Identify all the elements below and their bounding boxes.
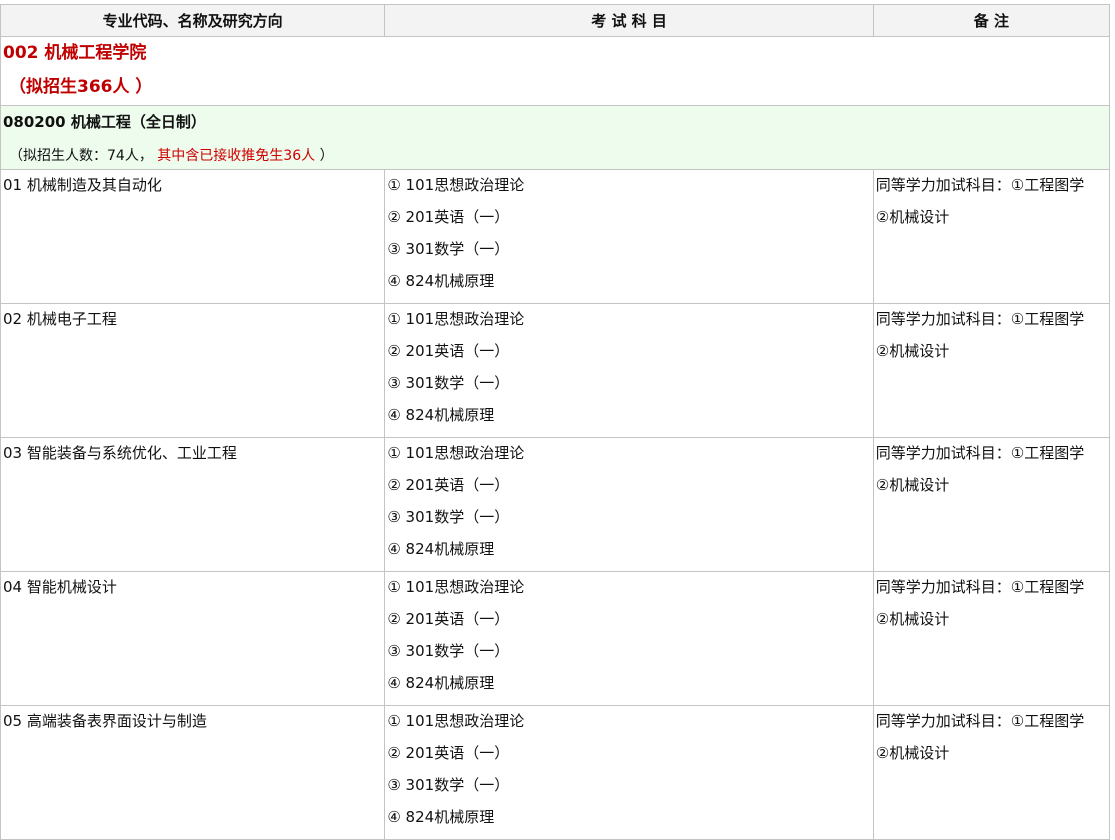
college-name: 002 机械工程学院 [3,43,147,63]
subject-item: ② 201英语（一） [387,744,510,762]
direction-name-text: 03 智能装备与系统优化、工业工程 [3,444,237,462]
direction-subjects: ① 101思想政治理论 ② 201英语（一） ③ 301数学（一） ④ 824机… [384,303,874,438]
direction-row: 04 智能机械设计 ① 101思想政治理论 ② 201英语（一） ③ 301数学… [0,571,1111,706]
direction-name-text: 05 高端装备表界面设计与制造 [3,712,207,730]
note-line: ②机械设计 [875,476,950,494]
subject-item: ① 101思想政治理论 [387,578,525,596]
direction-notes: 同等学力加试科目：①工程图学 ②机械设计 [872,169,1111,304]
note-line: 同等学力加试科目：①工程图学 [875,310,1085,328]
direction-name-text: 04 智能机械设计 [3,578,117,596]
note-line: ②机械设计 [875,342,950,360]
direction-name: 01 机械制造及其自动化 [0,169,386,304]
direction-notes: 同等学力加试科目：①工程图学 ②机械设计 [872,571,1111,706]
note-line: 同等学力加试科目：①工程图学 [875,176,1085,194]
major-cell: 080200 机械工程（全日制） （拟招生人数：74人， 其中含已接收推免生36… [0,105,1110,170]
direction-row: 03 智能装备与系统优化、工业工程 ① 101思想政治理论 ② 201英语（一）… [0,437,1111,572]
header-major: 专业代码、名称及研究方向 [0,4,386,37]
direction-name: 05 高端装备表界面设计与制造 [0,705,386,840]
direction-name: 02 机械电子工程 [0,303,386,438]
direction-notes: 同等学力加试科目：①工程图学 ②机械设计 [872,437,1111,572]
major-row: 080200 机械工程（全日制） （拟招生人数：74人， 其中含已接收推免生36… [0,105,1110,170]
subject-item: ④ 824机械原理 [387,808,495,826]
note-line: 同等学力加试科目：①工程图学 [875,444,1085,462]
major-quota-exempt: 其中含已接收推免生36人 [157,148,316,164]
subject-item: ③ 301数学（一） [387,508,510,526]
subject-item: ② 201英语（一） [387,476,510,494]
direction-name: 03 智能装备与系统优化、工业工程 [0,437,386,572]
major-title: 080200 机械工程（全日制） [3,113,206,131]
direction-row: 05 高端装备表界面设计与制造 ① 101思想政治理论 ② 201英语（一） ③… [0,705,1111,840]
subject-item: ④ 824机械原理 [387,406,495,424]
header-row: 专业代码、名称及研究方向 考 试 科 目 备 注 [0,4,1111,37]
college-quota: （拟招生366人 ） [9,77,153,97]
direction-row: 02 机械电子工程 ① 101思想政治理论 ② 201英语（一） ③ 301数学… [0,303,1111,438]
college-row: 002 机械工程学院 （拟招生366人 ） [0,36,1110,106]
header-subjects: 考 试 科 目 [384,4,874,37]
note-line: ②机械设计 [875,744,950,762]
direction-subjects: ① 101思想政治理论 ② 201英语（一） ③ 301数学（一） ④ 824机… [384,169,874,304]
note-line: ②机械设计 [875,208,950,226]
subject-item: ④ 824机械原理 [387,674,495,692]
note-line: ②机械设计 [875,610,950,628]
subject-item: ① 101思想政治理论 [387,444,525,462]
direction-notes: 同等学力加试科目：①工程图学 ②机械设计 [872,705,1111,840]
header-notes: 备 注 [872,4,1111,37]
subject-item: ② 201英语（一） [387,208,510,226]
subject-item: ② 201英语（一） [387,342,510,360]
note-line: 同等学力加试科目：①工程图学 [875,578,1085,596]
major-quota: （拟招生人数：74人， 其中含已接收推免生36人 ） [1,132,1109,166]
college-cell: 002 机械工程学院 （拟招生366人 ） [0,36,1110,106]
major-quota-prefix: （拟招生人数：74人， [9,148,153,164]
subject-item: ③ 301数学（一） [387,642,510,660]
subject-item: ④ 824机械原理 [387,272,495,290]
subject-item: ② 201英语（一） [387,610,510,628]
note-line: 同等学力加试科目：①工程图学 [875,712,1085,730]
direction-subjects: ① 101思想政治理论 ② 201英语（一） ③ 301数学（一） ④ 824机… [384,437,874,572]
admission-catalog-table: 专业代码、名称及研究方向 考 试 科 目 备 注 002 机械工程学院 （拟招生… [0,4,1111,840]
subject-item: ① 101思想政治理论 [387,176,525,194]
subject-item: ① 101思想政治理论 [387,712,525,730]
subject-item: ③ 301数学（一） [387,776,510,794]
subject-item: ③ 301数学（一） [387,240,510,258]
direction-row: 01 机械制造及其自动化 ① 101思想政治理论 ② 201英语（一） ③ 30… [0,169,1111,304]
direction-notes: 同等学力加试科目：①工程图学 ②机械设计 [872,303,1111,438]
direction-name-text: 01 机械制造及其自动化 [3,176,162,194]
direction-subjects: ① 101思想政治理论 ② 201英语（一） ③ 301数学（一） ④ 824机… [384,705,874,840]
subject-item: ④ 824机械原理 [387,540,495,558]
direction-subjects: ① 101思想政治理论 ② 201英语（一） ③ 301数学（一） ④ 824机… [384,571,874,706]
direction-name: 04 智能机械设计 [0,571,386,706]
subject-item: ① 101思想政治理论 [387,310,525,328]
subject-item: ③ 301数学（一） [387,374,510,392]
direction-name-text: 02 机械电子工程 [3,310,117,328]
major-quota-suffix: ） [319,148,334,164]
